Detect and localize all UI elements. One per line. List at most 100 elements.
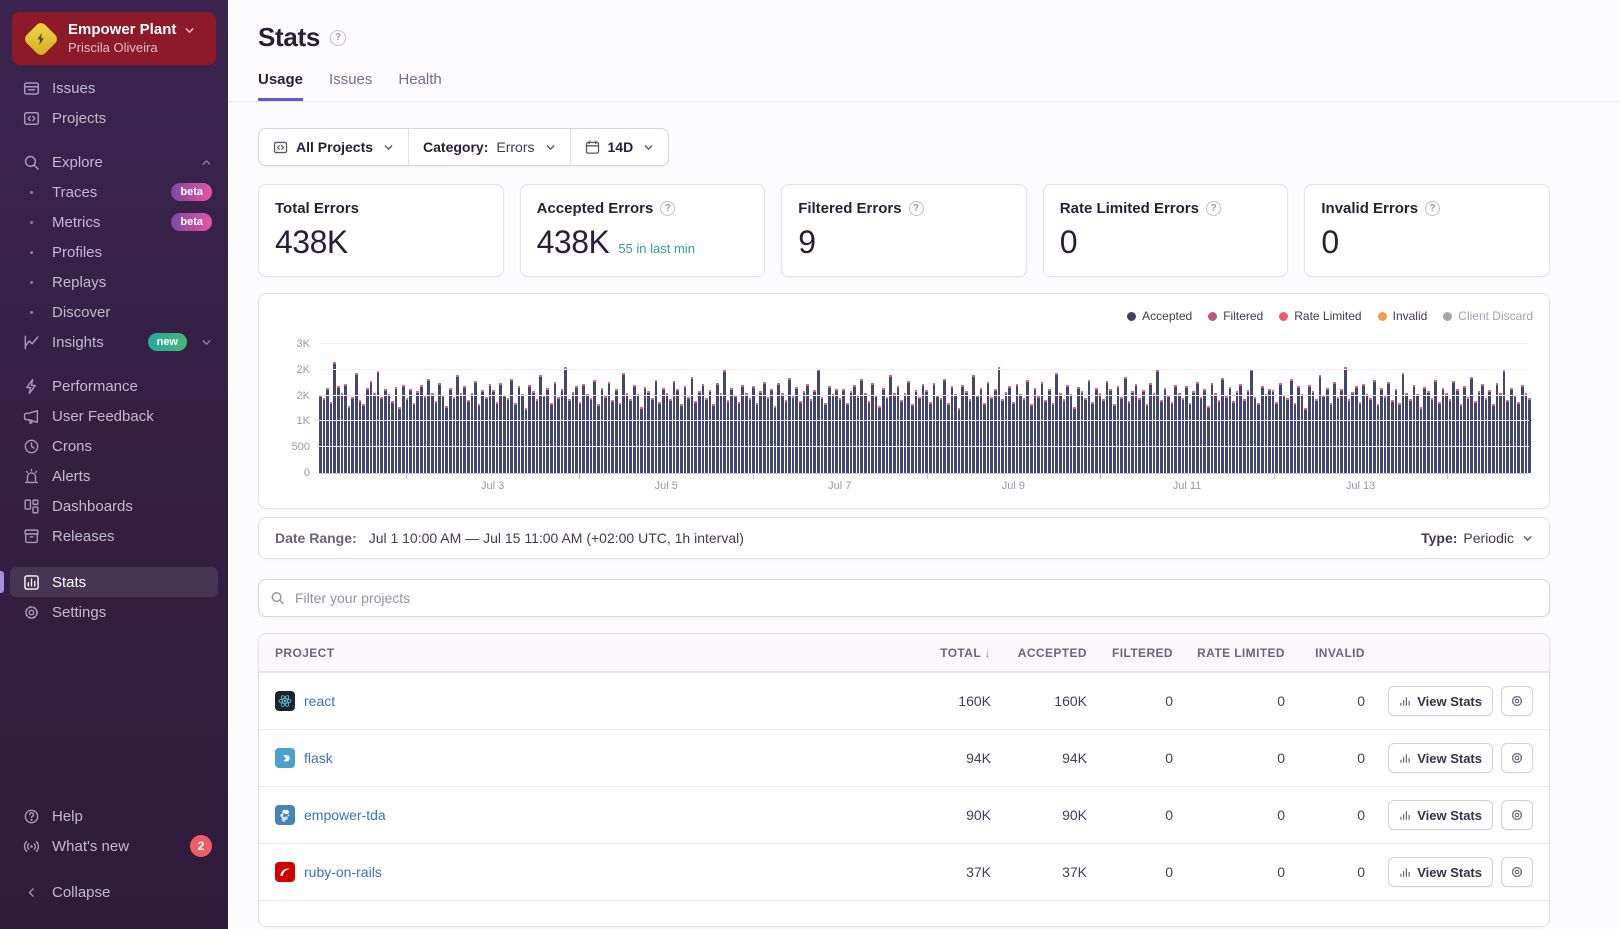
project-link[interactable]: react — [304, 693, 335, 709]
type-dropdown[interactable]: Type: Periodic — [1421, 530, 1533, 546]
project-link[interactable]: empower-tda — [304, 807, 386, 823]
legend-item-filtered[interactable]: Filtered — [1208, 309, 1263, 323]
view-stats-button[interactable]: View Stats — [1388, 857, 1493, 887]
column-header-project[interactable]: PROJECT — [259, 646, 879, 660]
chart-bar — [449, 388, 452, 473]
chart-bar — [1377, 404, 1380, 473]
project-settings-button[interactable] — [1501, 800, 1533, 830]
help-icon[interactable] — [909, 201, 924, 216]
chart-bar — [1221, 378, 1224, 473]
project-filter-dropdown[interactable]: All Projects — [259, 129, 408, 165]
chart-bar — [1052, 403, 1055, 473]
view-stats-button[interactable]: View Stats — [1388, 686, 1493, 716]
sidebar-item-help[interactable]: Help — [0, 801, 228, 831]
project-filter-value: All Projects — [296, 139, 373, 155]
chart-bar — [1073, 407, 1076, 473]
help-icon[interactable] — [1425, 201, 1440, 216]
view-stats-button[interactable]: View Stats — [1388, 800, 1493, 830]
chart-bar — [619, 403, 622, 473]
chart-bar — [1525, 393, 1528, 473]
chart-bar — [521, 394, 524, 473]
sidebar-item-dashboards[interactable]: Dashboards — [0, 491, 228, 521]
sidebar-item-alerts[interactable]: Alerts — [0, 461, 228, 491]
project-settings-button[interactable] — [1501, 743, 1533, 773]
chart-bar — [1225, 396, 1228, 473]
project-link[interactable]: flask — [304, 750, 333, 766]
chart-bar — [1218, 400, 1221, 473]
date-period-dropdown[interactable]: 14D — [570, 129, 669, 165]
sidebar-item-insights[interactable]: Insights new — [0, 327, 228, 357]
chart-bar — [1297, 386, 1300, 473]
sidebar-item-replays[interactable]: Replays — [0, 267, 228, 297]
sidebar-item-settings[interactable]: Settings — [0, 597, 228, 627]
cell-total: 37K — [879, 864, 999, 880]
project-settings-button[interactable] — [1501, 686, 1533, 716]
chart-bar — [438, 383, 441, 473]
view-stats-button[interactable]: View Stats — [1388, 743, 1493, 773]
column-header-total[interactable]: TOTAL — [879, 646, 999, 660]
sidebar-item-projects[interactable]: Projects — [0, 103, 228, 133]
category-filter-dropdown[interactable]: Category: Errors — [408, 129, 569, 165]
project-settings-button[interactable] — [1501, 857, 1533, 887]
chart-bar — [453, 397, 456, 473]
legend-item-accepted[interactable]: Accepted — [1127, 309, 1192, 323]
org-switcher[interactable]: Empower Plant Priscila Oliveira — [12, 12, 216, 65]
sidebar-item-stats[interactable]: Stats — [10, 567, 218, 597]
tab-health[interactable]: Health — [398, 71, 441, 101]
legend-item-client-discard[interactable]: Client Discard — [1443, 309, 1533, 323]
page-title-help-icon[interactable] — [330, 30, 346, 46]
column-header-rate-limited[interactable]: RATE LIMITED — [1181, 646, 1293, 660]
sidebar-item-crons[interactable]: Crons — [0, 431, 228, 461]
chart-bar — [954, 394, 957, 473]
search-input[interactable] — [258, 579, 1550, 617]
tab-issues[interactable]: Issues — [329, 71, 372, 101]
project-link[interactable]: ruby-on-rails — [304, 864, 382, 880]
sidebar-item-releases[interactable]: Releases — [0, 521, 228, 551]
column-header-filtered[interactable]: FILTERED — [1095, 646, 1181, 660]
chart-bar — [1463, 386, 1466, 473]
sidebar-item-explore[interactable]: Explore — [0, 147, 228, 177]
sidebar-collapse-button[interactable]: Collapse — [0, 877, 228, 907]
sidebar-item-metrics[interactable]: Metrics beta — [0, 207, 228, 237]
sidebar-item-performance[interactable]: Performance — [0, 371, 228, 401]
lightning-icon — [22, 378, 40, 395]
chart-bar — [395, 387, 398, 473]
chart-bar — [1081, 391, 1084, 473]
chart-bar — [1149, 383, 1152, 473]
help-icon[interactable] — [660, 201, 675, 216]
chart-bar — [969, 399, 972, 473]
chart-bar — [1348, 399, 1351, 473]
chart-bar — [1528, 398, 1531, 473]
chart-bar — [915, 390, 918, 473]
legend-item-rate-limited[interactable]: Rate Limited — [1279, 309, 1361, 323]
sidebar-item-discover[interactable]: Discover — [0, 297, 228, 327]
chart-bar — [1174, 385, 1177, 473]
chart-bar — [889, 375, 892, 473]
column-header-accepted[interactable]: ACCEPTED — [999, 646, 1095, 660]
rails-platform-icon — [275, 862, 295, 882]
chart-bar — [460, 393, 463, 473]
card-title: Filtered Errors — [798, 200, 901, 217]
sidebar-item-issues[interactable]: Issues — [0, 73, 228, 103]
chart-bar — [875, 395, 878, 473]
chart-bar — [684, 386, 687, 473]
tab-usage[interactable]: Usage — [258, 71, 303, 101]
chart-bar — [1229, 387, 1232, 473]
chart-bar — [416, 391, 419, 473]
chart-bar — [532, 391, 535, 473]
column-header-invalid[interactable]: INVALID — [1293, 646, 1373, 660]
sidebar-item-whats-new[interactable]: What's new 2 — [0, 831, 228, 861]
sidebar-item-traces[interactable]: Traces beta — [0, 177, 228, 207]
chart-bar — [925, 390, 928, 473]
chart-bar — [756, 403, 759, 473]
help-icon[interactable] — [1206, 201, 1221, 216]
chart-bar — [1261, 386, 1264, 473]
chart-bar — [727, 400, 730, 473]
chart-bar — [348, 406, 351, 473]
sidebar-item-profiles[interactable]: Profiles — [0, 237, 228, 267]
projects-icon — [273, 140, 288, 155]
chart-bar — [803, 391, 806, 473]
sort-desc-icon — [985, 646, 991, 660]
legend-item-invalid[interactable]: Invalid — [1378, 309, 1428, 323]
sidebar-item-user-feedback[interactable]: User Feedback — [0, 401, 228, 431]
